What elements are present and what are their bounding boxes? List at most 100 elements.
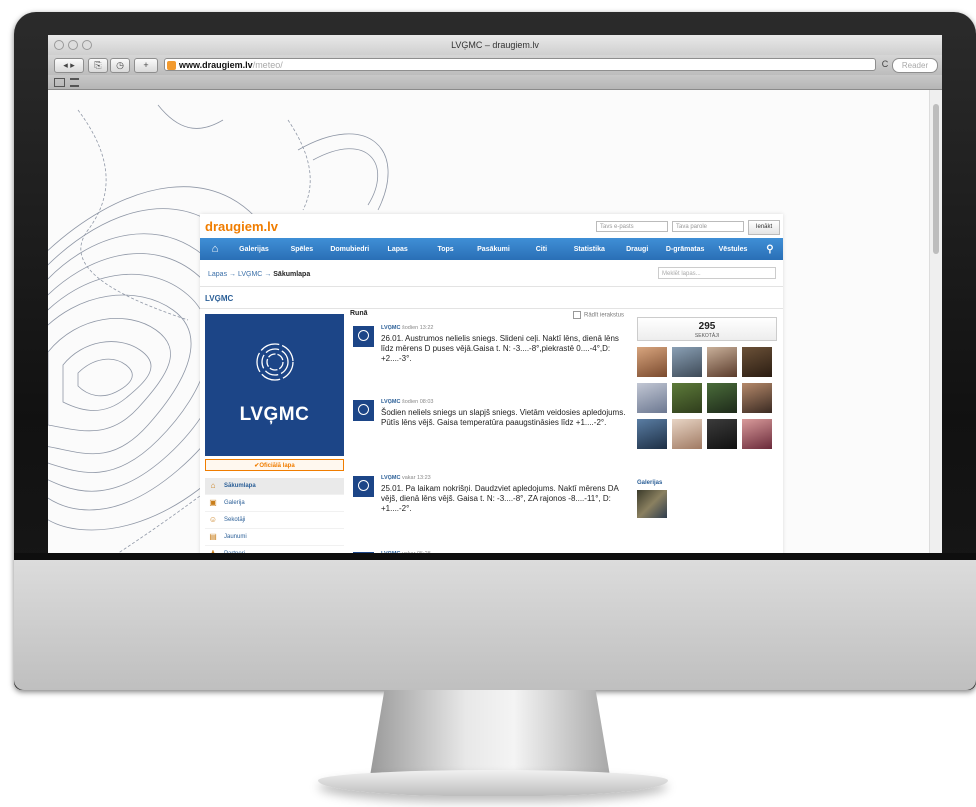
nav-item-citi[interactable]: Citi: [517, 246, 565, 253]
post-meta: LVĢMC vakar 05:28: [381, 551, 431, 553]
home-icon[interactable]: ⌂: [200, 243, 230, 255]
post-meta: LVĢMC šodien 13:22: [381, 325, 433, 331]
followers-grid: [637, 347, 778, 449]
menu-item-sekotāji[interactable]: ☺ Sekotāji: [205, 512, 344, 529]
post-author[interactable]: LVĢMC: [381, 551, 400, 553]
follower-avatar[interactable]: [672, 347, 702, 377]
divider: [200, 286, 783, 287]
forward-icon[interactable]: ▸: [70, 60, 75, 70]
scrollbar-thumb[interactable]: [933, 104, 939, 254]
breadcrumb-lapas[interactable]: Lapas: [208, 271, 227, 278]
post-author[interactable]: LVĢMC: [381, 399, 400, 405]
post-avatar[interactable]: [353, 326, 374, 347]
post-text: 25.01. Pa laikam nokrišņi. Daudzviet apl…: [381, 484, 619, 513]
gallery-thumbnail[interactable]: [637, 490, 667, 518]
menu-item-galerija[interactable]: ▣ Galerija: [205, 495, 344, 512]
password-field[interactable]: Tava parole: [672, 221, 744, 232]
follower-avatar[interactable]: [637, 347, 667, 377]
bookmarks-bar: [48, 75, 942, 90]
menu-item-sākumlapa[interactable]: ⌂ Sākumlapa: [205, 478, 344, 495]
page-menu: ⌂ Sākumlapa ▣ Galerija ☺ Sekotāji ▤ Jaunumi ♟ Par…: [205, 478, 344, 553]
post-text: 26.01. Austrumos nelielis sniegs. Sliden…: [381, 334, 619, 363]
post-avatar[interactable]: [353, 476, 374, 497]
follower-avatar[interactable]: [707, 383, 737, 413]
nav-item-galerijas[interactable]: Galerijas: [230, 246, 278, 253]
share-button[interactable]: ⎘: [88, 58, 108, 73]
new-tab-button[interactable]: +: [134, 58, 158, 73]
address-bar[interactable]: www.draugiem.lv/meteo/: [164, 58, 876, 71]
follower-avatar[interactable]: [707, 419, 737, 449]
reload-button[interactable]: C: [880, 58, 890, 71]
right-column: 295 SEKOTĀJI: [637, 317, 778, 449]
menu-item-jaunumi[interactable]: ▤ Jaunumi: [205, 529, 344, 546]
follower-avatar[interactable]: [637, 419, 667, 449]
partners-icon: ♟: [208, 549, 218, 553]
reading-list-icon[interactable]: [54, 78, 65, 87]
back-icon[interactable]: ◂: [63, 60, 68, 70]
followers-icon: ☺: [208, 515, 218, 524]
nav-item-tops[interactable]: Tops: [422, 246, 470, 253]
monitor-stand-base: [318, 770, 668, 796]
post-author[interactable]: LVĢMC: [381, 475, 400, 481]
gallery-title[interactable]: Galerijas: [637, 480, 662, 486]
brand-name: LVĢMC: [239, 404, 310, 425]
post-time: vakar 13:23: [401, 475, 431, 481]
follower-avatar[interactable]: [742, 383, 772, 413]
lvgmc-logo-icon: [256, 343, 294, 381]
post-text: Šodien neliels sniegs un slapjš sniegs. …: [381, 408, 626, 427]
menu-item-label: Partneri: [224, 551, 245, 553]
post-meta: LVĢMC vakar 13:23: [381, 475, 431, 481]
nav-item-lapas[interactable]: Lapas: [374, 246, 422, 253]
news-icon: ▤: [209, 532, 217, 541]
page-search-input[interactable]: Meklēt lapas...: [658, 267, 776, 279]
history-button[interactable]: ◷: [110, 58, 130, 73]
post-meta: LVĢMC šodien 08:03: [381, 399, 433, 405]
nav-item-pasakumi[interactable]: Pasākumi: [470, 246, 518, 253]
browser-search-field[interactable]: Reader: [892, 58, 938, 73]
follower-avatar[interactable]: [672, 383, 702, 413]
post-avatar[interactable]: [353, 552, 374, 553]
post-author[interactable]: LVĢMC: [381, 325, 400, 331]
follower-avatar[interactable]: [637, 383, 667, 413]
minimize-window-button[interactable]: [68, 40, 78, 50]
followers-box[interactable]: 295 SEKOTĀJI: [637, 317, 777, 341]
nav-item-vestules[interactable]: Vēstules: [709, 246, 757, 253]
breadcrumb: Lapas → LVĢMC → Sākumlapa: [208, 271, 310, 278]
follower-avatar[interactable]: [742, 419, 772, 449]
nav-item-domubiedri[interactable]: Domubiedri: [326, 246, 374, 253]
monitor-stand-neck: [370, 690, 610, 776]
breadcrumb-lvgmc[interactable]: LVĢMC: [238, 271, 262, 278]
history-icon: ◷: [116, 60, 124, 70]
nav-item-draugi[interactable]: Draugi: [613, 246, 661, 253]
follower-avatar[interactable]: [742, 347, 772, 377]
post-avatar[interactable]: [353, 400, 374, 421]
show-posts-toggle[interactable]: Rādīt ierakstus: [573, 311, 624, 319]
follower-avatar[interactable]: [707, 347, 737, 377]
vertical-scrollbar[interactable]: [929, 90, 942, 553]
menu-item-partneri[interactable]: ♟ Partneri: [205, 546, 344, 553]
profile-image[interactable]: LVĢMC: [205, 314, 344, 456]
menu-item-label: Jaunumi: [224, 534, 247, 540]
nav-item-speles[interactable]: Spēles: [278, 246, 326, 253]
site-logo[interactable]: draugiem.lv: [205, 219, 278, 234]
site-favicon-icon: [167, 61, 176, 70]
top-sites-icon[interactable]: [70, 78, 79, 87]
email-field[interactable]: Tavs e-pasts: [596, 221, 668, 232]
window-controls: [54, 40, 92, 50]
followers-label: SEKOTĀJI: [694, 333, 720, 339]
close-window-button[interactable]: [54, 40, 64, 50]
menu-item-label: Sekotāji: [224, 517, 246, 523]
nav-item-dgramatas[interactable]: D-grāmatas: [661, 246, 709, 253]
back-forward-buttons[interactable]: ◂ ▸: [54, 58, 84, 73]
plus-icon: +: [143, 60, 149, 70]
search-icon[interactable]: ⚲: [757, 244, 783, 255]
share-icon: ⎘: [94, 60, 102, 70]
follower-avatar[interactable]: [672, 419, 702, 449]
show-posts-checkbox[interactable]: [573, 311, 581, 319]
nav-item-statistika[interactable]: Statistika: [565, 246, 613, 253]
post-time: vakar 05:28: [402, 551, 431, 553]
url-host: www.draugiem.lv: [179, 60, 253, 70]
zoom-window-button[interactable]: [82, 40, 92, 50]
official-page-badge[interactable]: ✔Oficiālā lapa: [205, 459, 344, 471]
login-button[interactable]: Ienākt: [748, 220, 780, 235]
